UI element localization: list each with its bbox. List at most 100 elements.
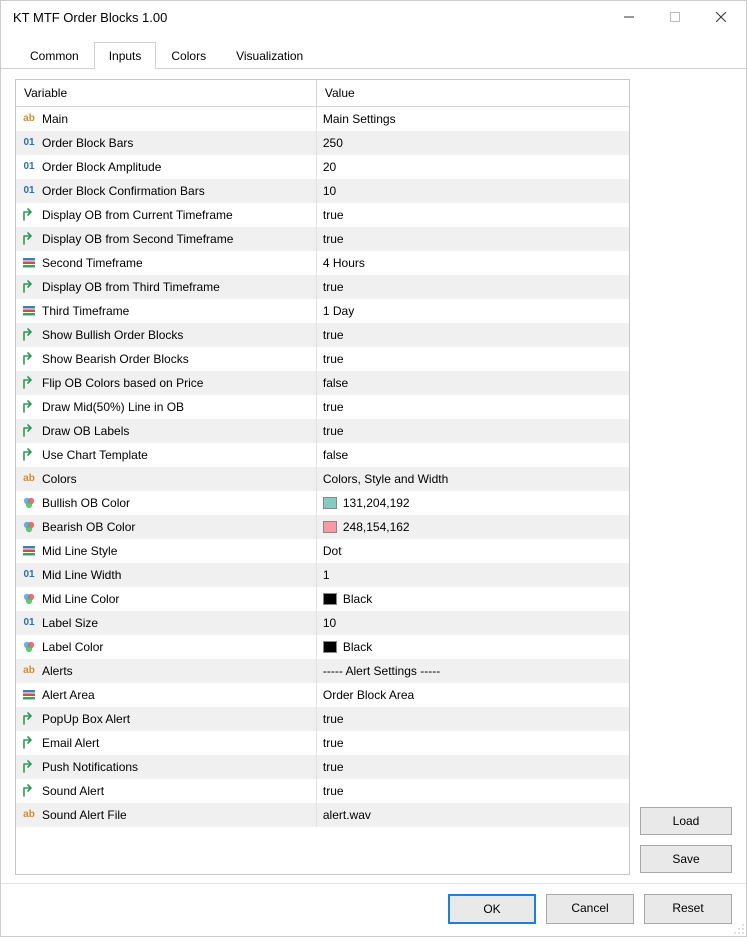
variable-name: Show Bearish Order Blocks (42, 352, 189, 366)
resize-grip-icon[interactable] (731, 921, 745, 935)
load-button[interactable]: Load (640, 807, 732, 835)
color-swatch (323, 497, 337, 509)
boolean-type-icon (22, 448, 36, 462)
variable-value: alert.wav (323, 808, 371, 822)
variable-value: true (323, 328, 344, 342)
variable-name: Push Notifications (42, 760, 138, 774)
variable-value: 1 Day (323, 304, 354, 318)
color-type-icon (22, 520, 36, 534)
column-header-variable[interactable]: Variable (16, 80, 316, 107)
table-row[interactable]: Alert AreaOrder Block Area (16, 683, 629, 707)
boolean-type-icon (22, 280, 36, 294)
boolean-type-icon (22, 208, 36, 222)
variable-value: 1 (323, 568, 330, 582)
table-row[interactable]: Push Notifications true (16, 755, 629, 779)
variable-value: Black (343, 592, 372, 606)
table-row[interactable]: Mid Line Color Black (16, 587, 629, 611)
minimize-button[interactable] (606, 1, 652, 33)
variable-value: false (323, 376, 348, 390)
color-swatch (323, 641, 337, 653)
variable-name: Sound Alert (42, 784, 104, 798)
variable-name: Draw OB Labels (42, 424, 129, 438)
boolean-type-icon (22, 712, 36, 726)
table-row[interactable]: Label ColorBlack (16, 635, 629, 659)
ok-button[interactable]: OK (448, 894, 536, 924)
variable-name: PopUp Box Alert (42, 712, 130, 726)
table-row[interactable]: abColorsColors, Style and Width (16, 467, 629, 491)
string-type-icon: ab (22, 112, 36, 126)
variable-name: Bearish OB Color (42, 520, 135, 534)
table-row[interactable]: 01Order Block Amplitude20 (16, 155, 629, 179)
variable-name: Mid Line Style (42, 544, 117, 558)
tab-colors[interactable]: Colors (156, 42, 221, 69)
tab-common[interactable]: Common (15, 42, 94, 69)
variable-name: Order Block Confirmation Bars (42, 184, 205, 198)
side-buttons: Load Save (640, 79, 732, 875)
table-row[interactable]: Display OB from Third Timeframetrue (16, 275, 629, 299)
cancel-button[interactable]: Cancel (546, 894, 634, 924)
variable-value: Dot (323, 544, 342, 558)
integer-type-icon: 01 (22, 136, 36, 150)
boolean-type-icon (22, 352, 36, 366)
variable-value: true (323, 400, 344, 414)
table-row[interactable]: Sound Alert true (16, 779, 629, 803)
variable-name: Email Alert (42, 736, 99, 750)
variable-name: Third Timeframe (42, 304, 129, 318)
main-area: Variable Value abMainMain Settings01Orde… (1, 69, 746, 883)
integer-type-icon: 01 (22, 616, 36, 630)
table-row[interactable]: abSound Alert Filealert.wav (16, 803, 629, 827)
enum-type-icon (22, 304, 36, 318)
table-row[interactable]: Bearish OB Color248,154,162 (16, 515, 629, 539)
tab-visualization[interactable]: Visualization (221, 42, 318, 69)
variable-name: Draw Mid(50%) Line in OB (42, 400, 184, 414)
table-row[interactable]: Draw OB Labelstrue (16, 419, 629, 443)
tab-inputs[interactable]: Inputs (94, 42, 157, 69)
variable-value: true (323, 784, 344, 798)
variable-name: Order Block Amplitude (42, 160, 161, 174)
table-row[interactable]: abAlerts----- Alert Settings ----- (16, 659, 629, 683)
variable-value: 250 (323, 136, 343, 150)
table-row[interactable]: 01Order Block Bars250 (16, 131, 629, 155)
table-row[interactable]: PopUp Box Alerttrue (16, 707, 629, 731)
variable-name: Alerts (42, 664, 73, 678)
table-row[interactable]: Show Bullish Order Blockstrue (16, 323, 629, 347)
table-row[interactable]: abMainMain Settings (16, 107, 629, 131)
table-row[interactable]: 01Mid Line Width1 (16, 563, 629, 587)
column-header-value[interactable]: Value (316, 80, 629, 107)
titlebar: KT MTF Order Blocks 1.00 (1, 1, 746, 33)
boolean-type-icon (22, 760, 36, 774)
variable-name: Mid Line Width (42, 568, 121, 582)
table-row[interactable]: Email Alerttrue (16, 731, 629, 755)
table-row[interactable]: Second Timeframe4 Hours (16, 251, 629, 275)
table-row[interactable]: Display OB from Second Timeframetrue (16, 227, 629, 251)
variable-name: Mid Line Color (42, 592, 119, 606)
save-button[interactable]: Save (640, 845, 732, 873)
table-row[interactable]: Draw Mid(50%) Line in OB true (16, 395, 629, 419)
reset-button[interactable]: Reset (644, 894, 732, 924)
table-row[interactable]: Use Chart Templatefalse (16, 443, 629, 467)
color-swatch (323, 593, 337, 605)
table-row[interactable]: Flip OB Colors based on Pricefalse (16, 371, 629, 395)
table-row[interactable]: Show Bearish Order Blockstrue (16, 347, 629, 371)
table-row[interactable]: Display OB from Current Timeframetrue (16, 203, 629, 227)
boolean-type-icon (22, 232, 36, 246)
table-row[interactable]: Mid Line Style Dot (16, 539, 629, 563)
variable-value: Main Settings (323, 112, 396, 126)
table-row[interactable]: 01Order Block Confirmation Bars10 (16, 179, 629, 203)
variable-name: Display OB from Third Timeframe (42, 280, 220, 294)
string-type-icon: ab (22, 472, 36, 486)
table-row[interactable]: Third Timeframe 1 Day (16, 299, 629, 323)
close-button[interactable] (698, 1, 744, 33)
variable-value: 10 (323, 616, 336, 630)
variable-value: false (323, 448, 348, 462)
color-swatch (323, 521, 337, 533)
table-row[interactable]: 01Label Size10 (16, 611, 629, 635)
variable-value: Order Block Area (323, 688, 414, 702)
window-controls (606, 1, 744, 33)
tab-strip: CommonInputsColorsVisualization (1, 33, 746, 69)
variable-value: 20 (323, 160, 336, 174)
boolean-type-icon (22, 328, 36, 342)
table-row[interactable]: Bullish OB Color131,204,192 (16, 491, 629, 515)
variable-value: true (323, 760, 344, 774)
color-type-icon (22, 640, 36, 654)
